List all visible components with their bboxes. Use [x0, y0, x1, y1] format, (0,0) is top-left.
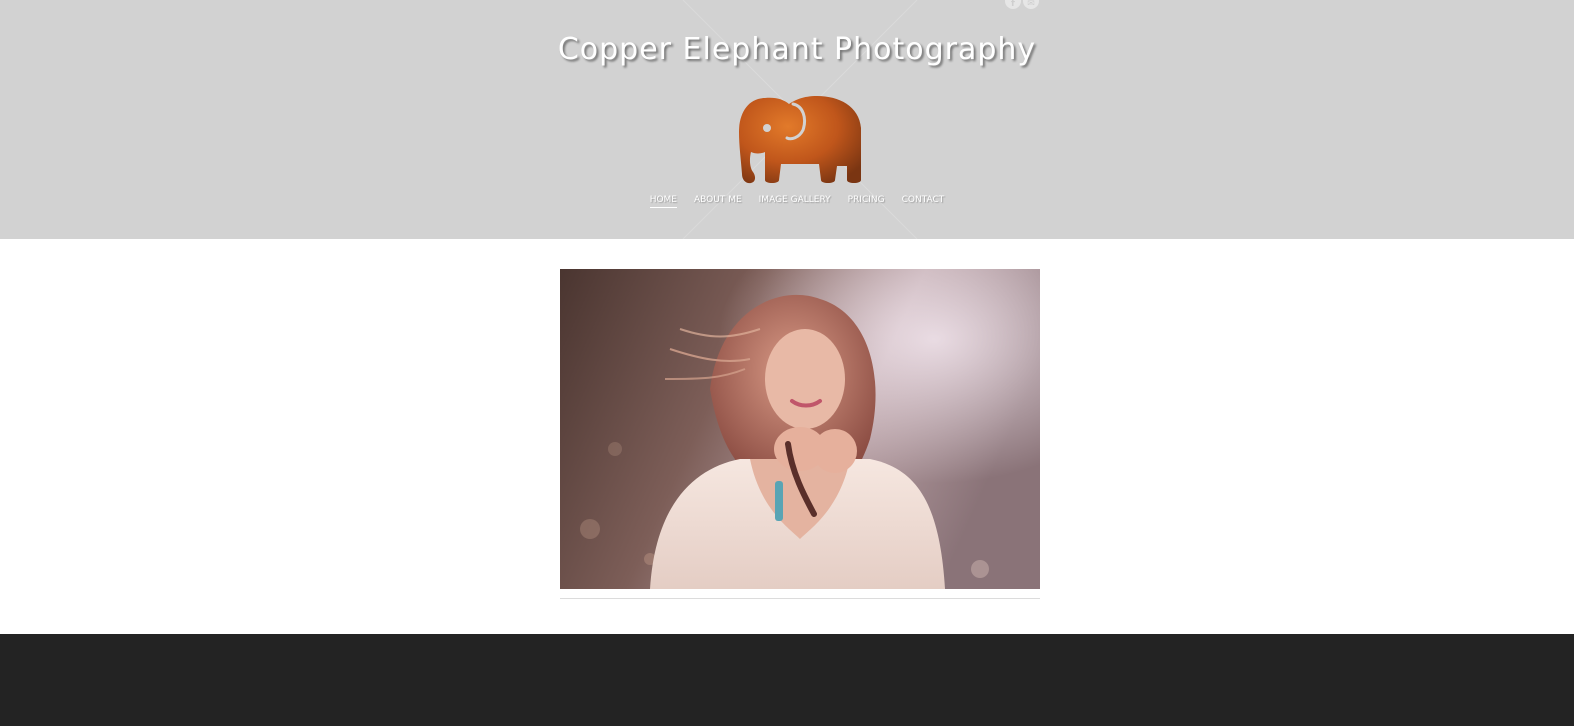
nav-item-home[interactable]: HOME	[649, 195, 677, 208]
nav-item-contact[interactable]: CONTACT	[902, 195, 945, 208]
site-header: f ✉ Copper Elephant Photography HOME ABO…	[0, 0, 1574, 239]
facebook-icon[interactable]: f	[1005, 0, 1021, 9]
content-divider	[560, 598, 1040, 599]
featured-portrait-photo[interactable]	[560, 269, 1040, 589]
nav-item-image-gallery[interactable]: IMAGE GALLERY	[759, 195, 831, 208]
elephant-logo[interactable]	[735, 88, 867, 188]
portrait-image	[560, 269, 1040, 589]
nav-item-pricing[interactable]: PRICING	[848, 195, 885, 208]
nav-item-about-me[interactable]: ABOUT ME	[694, 195, 742, 208]
site-title[interactable]: Copper Elephant Photography	[0, 32, 1574, 67]
social-links: f ✉	[1005, 0, 1039, 9]
site-footer	[0, 634, 1574, 726]
email-icon[interactable]: ✉	[1023, 0, 1039, 9]
main-nav: HOME ABOUT ME IMAGE GALLERY PRICING CONT…	[0, 195, 1574, 208]
